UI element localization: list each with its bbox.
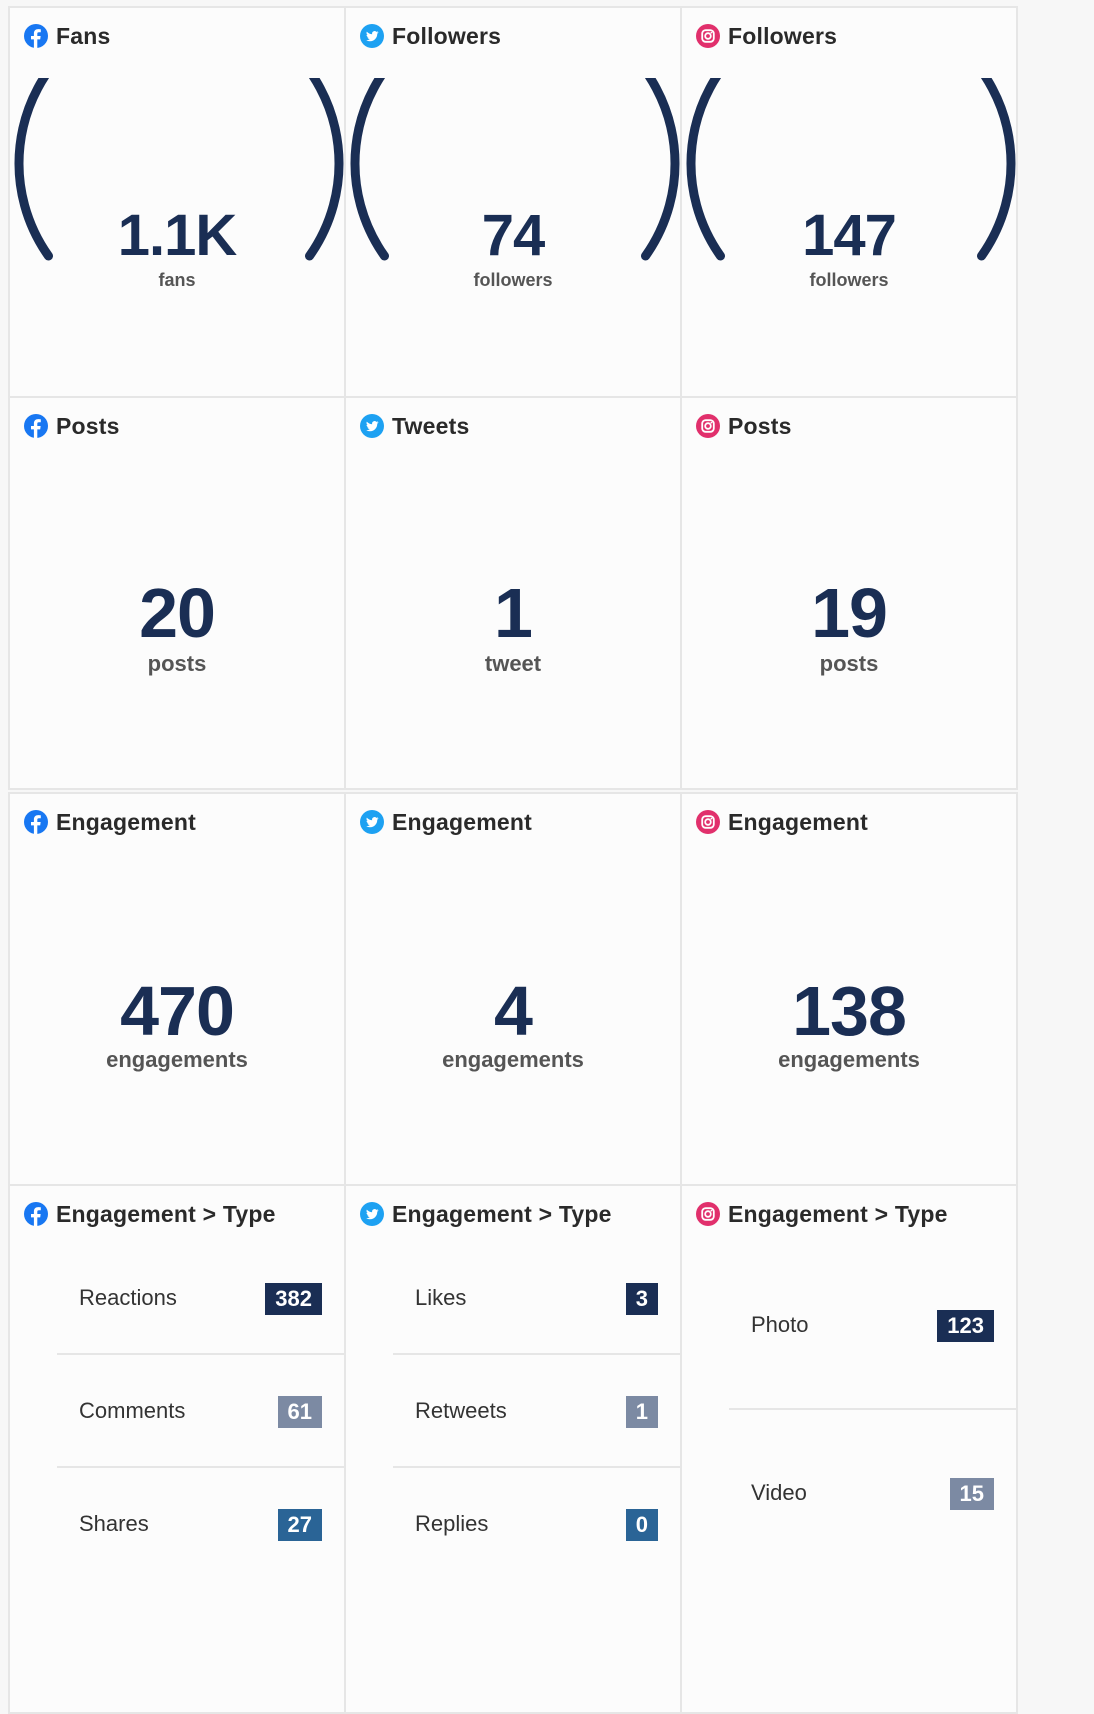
- engagement-value: 138: [792, 972, 907, 1050]
- engagement-type-list: Reactions 382 Comments 61 Shares 27: [57, 1242, 344, 1581]
- engagement-value: 470: [120, 972, 235, 1050]
- instagram-engagement-type-card: Engagement > Type Photo 123 Video 15: [680, 1184, 1018, 1714]
- instagram-engagement-card: Engagement 138 engagements: [680, 792, 1018, 1186]
- card-header: Fans: [24, 22, 110, 50]
- twitter-followers-card: Followers 74 followers: [344, 6, 682, 398]
- instagram-icon: [696, 414, 720, 438]
- card-header: Posts: [24, 412, 120, 440]
- engagement-type-row: Shares 27: [57, 1468, 344, 1581]
- twitter-icon: [360, 810, 384, 834]
- card-header: Engagement: [24, 808, 196, 836]
- instagram-icon: [696, 1202, 720, 1226]
- engagement-count-badge: 0: [625, 1508, 658, 1541]
- engagement-type-label: Likes: [415, 1284, 467, 1310]
- engagement-count-badge: 27: [277, 1508, 322, 1541]
- engagement-type-row: Reactions 382: [57, 1242, 344, 1355]
- card-title: Engagement > Type: [392, 1200, 612, 1227]
- fans-unit: fans: [158, 270, 196, 290]
- card-header: Tweets: [360, 412, 469, 440]
- twitter-followers-unit: followers: [473, 270, 553, 290]
- card-header: Followers: [696, 22, 837, 50]
- card-title: Tweets: [392, 412, 470, 439]
- engagement-type-list: Likes 3 Retweets 1 Replies 0: [393, 1242, 680, 1581]
- engagement-type-row: Comments 61: [57, 1355, 344, 1468]
- card-title: Posts: [728, 412, 792, 439]
- engagement-type-label: Shares: [79, 1510, 149, 1536]
- card-title: Engagement: [392, 808, 533, 835]
- engagement-type-row: Likes 3: [393, 1242, 680, 1355]
- facebook-icon: [24, 24, 48, 48]
- twitter-engagement-card: Engagement 4 engagements: [344, 792, 682, 1186]
- engagement-type-row: Photo 123: [729, 1242, 1016, 1410]
- card-title: Engagement > Type: [728, 1200, 948, 1227]
- instagram-followers-value: 147: [802, 203, 897, 268]
- card-header: Followers: [360, 22, 501, 50]
- engagement-type-label: Replies: [415, 1510, 489, 1536]
- card-header: Engagement: [360, 808, 532, 836]
- engagement-count-badge: 1: [625, 1395, 658, 1428]
- engagement-count-badge: 123: [937, 1310, 994, 1342]
- tweets-unit: tweet: [484, 651, 542, 676]
- engagement-type-row: Retweets 1: [393, 1355, 680, 1468]
- twitter-tweets-card: Tweets 1 tweet: [344, 396, 682, 790]
- engagement-unit: engagements: [106, 1047, 248, 1072]
- instagram-posts-card: Posts 19 posts: [680, 396, 1018, 790]
- instagram-icon: [696, 810, 720, 834]
- facebook-posts-card: Posts 20 posts: [8, 396, 346, 790]
- posts-unit: posts: [147, 651, 207, 676]
- facebook-icon: [24, 1202, 48, 1226]
- card-header: Posts: [696, 412, 792, 440]
- card-title: Engagement > Type: [56, 1200, 276, 1227]
- engagement-count-badge: 15: [949, 1478, 994, 1510]
- facebook-engagement-type-card: Engagement > Type Reactions 382 Comments 61…: [8, 1184, 346, 1714]
- instagram-icon: [696, 24, 720, 48]
- tweets-value: 1: [494, 574, 533, 652]
- facebook-fans-card: Fans 1.1K fans: [8, 6, 346, 398]
- card-title: Engagement: [728, 808, 869, 835]
- card-header: Engagement > Type: [360, 1200, 612, 1228]
- card-title: Posts: [56, 412, 120, 439]
- posts-value: 19: [811, 574, 888, 652]
- card-header: Engagement > Type: [696, 1200, 948, 1228]
- instagram-followers-card: Followers 147 followers: [680, 6, 1018, 398]
- card-title: Followers: [728, 22, 838, 49]
- facebook-icon: [24, 414, 48, 438]
- engagement-type-row: Video 15: [729, 1410, 1016, 1578]
- engagement-count-badge: 61: [277, 1395, 322, 1428]
- twitter-icon: [360, 1202, 384, 1226]
- fans-value: 1.1K: [117, 203, 238, 268]
- twitter-icon: [360, 414, 384, 438]
- posts-value: 20: [139, 574, 216, 652]
- twitter-followers-value: 74: [481, 203, 546, 268]
- engagement-unit: engagements: [442, 1047, 584, 1072]
- twitter-engagement-type-card: Engagement > Type Likes 3 Retweets 1 Replies…: [344, 1184, 682, 1714]
- engagement-type-label: Comments: [79, 1397, 186, 1423]
- card-header: Engagement: [696, 808, 868, 836]
- engagement-type-label: Retweets: [415, 1397, 507, 1423]
- engagement-unit: engagements: [778, 1047, 920, 1072]
- engagement-type-label: Video: [751, 1480, 807, 1505]
- card-title: Fans: [56, 22, 111, 49]
- facebook-icon: [24, 810, 48, 834]
- engagement-type-label: Photo: [751, 1312, 809, 1337]
- engagement-type-label: Reactions: [79, 1284, 177, 1310]
- card-title: Engagement: [56, 808, 197, 835]
- facebook-engagement-card: Engagement 470 engagements: [8, 792, 346, 1186]
- posts-unit: posts: [819, 651, 879, 676]
- engagement-type-list: Photo 123 Video 15: [729, 1242, 1016, 1578]
- card-title: Followers: [392, 22, 502, 49]
- engagement-type-row: Replies 0: [393, 1468, 680, 1581]
- dashboard-grid: Fans 1.1K fans Followers 74 followers Fo…: [8, 6, 1094, 1714]
- instagram-followers-unit: followers: [809, 270, 889, 290]
- card-header: Engagement > Type: [24, 1200, 276, 1228]
- twitter-icon: [360, 24, 384, 48]
- engagement-count-badge: 382: [265, 1282, 322, 1315]
- engagement-value: 4: [494, 972, 533, 1050]
- engagement-count-badge: 3: [625, 1282, 658, 1315]
